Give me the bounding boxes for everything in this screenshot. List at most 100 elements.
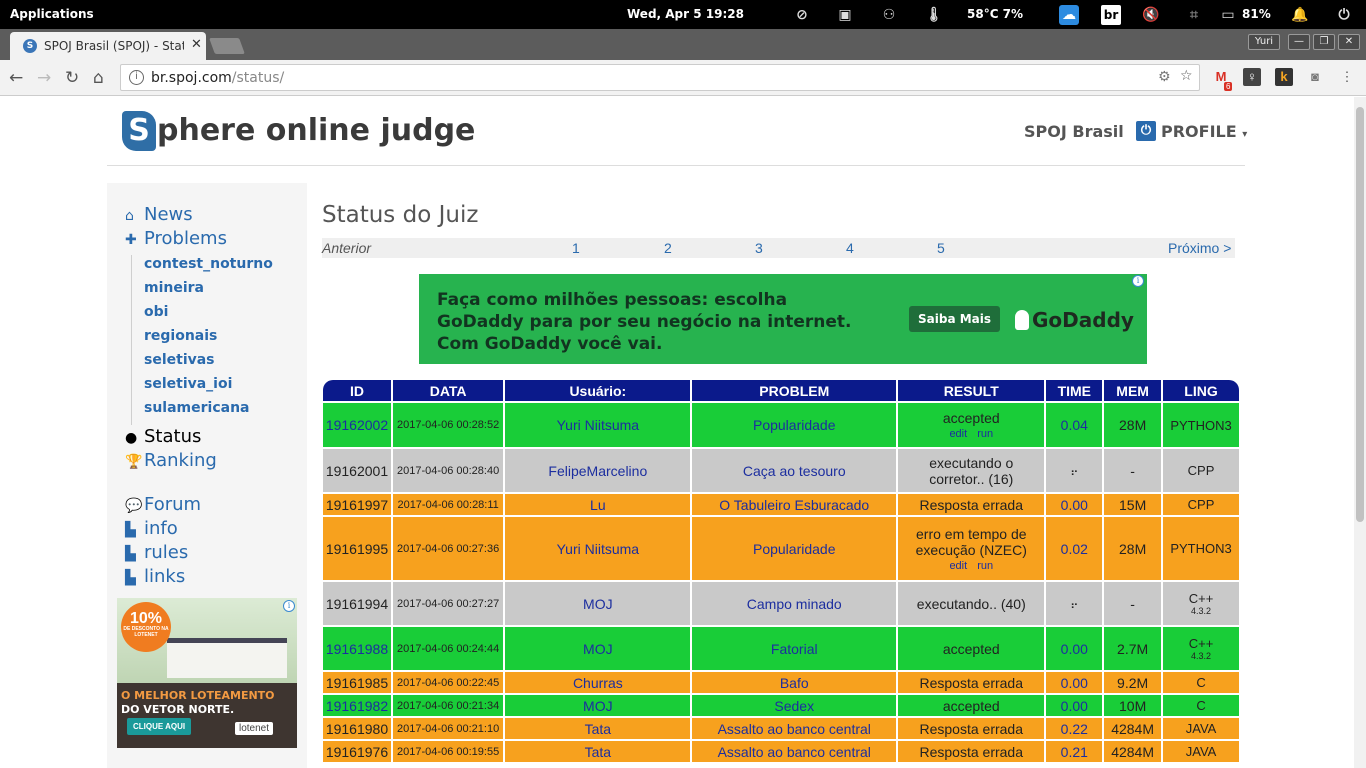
- user-link[interactable]: Yuri Niitsuma: [557, 417, 639, 433]
- bookmark-star-icon[interactable]: ☆: [1180, 68, 1193, 84]
- reload-icon[interactable]: ↻: [65, 68, 79, 88]
- banner-ad[interactable]: Faça como milhões pessoas: escolha GoDad…: [419, 274, 1147, 364]
- chrome-menu-icon[interactable]: ⋮: [1338, 68, 1356, 86]
- clock[interactable]: Wed, Apr 5 19:28: [627, 7, 744, 21]
- record-icon[interactable]: ⊘: [792, 5, 812, 25]
- ad-info-icon[interactable]: i: [1132, 275, 1144, 287]
- network-disconnected-icon[interactable]: ⌗: [1184, 5, 1204, 25]
- pager-page[interactable]: 1: [572, 240, 580, 256]
- browser-tab[interactable]: S SPOJ Brasil (SPOJ) - Stat ✕: [10, 32, 206, 60]
- problem-link[interactable]: Campo minado: [747, 596, 842, 612]
- ad-cta-button[interactable]: CLIQUE AQUI: [127, 718, 192, 735]
- home-icon[interactable]: ⌂: [93, 68, 104, 88]
- run-link[interactable]: run: [977, 428, 993, 440]
- pager-page[interactable]: 4: [846, 240, 854, 256]
- user-link[interactable]: MOJ: [583, 596, 613, 612]
- user-link[interactable]: MOJ: [583, 698, 613, 714]
- sidebar-item-links[interactable]: ▙ links: [125, 566, 185, 587]
- sidebar-ad[interactable]: 10% DE DESCONTO NA LOTENET O MELHOR LOTEA…: [117, 598, 297, 748]
- forward-icon[interactable]: →: [37, 68, 51, 88]
- ad-info-icon[interactable]: i: [283, 600, 295, 612]
- pager-page[interactable]: 3: [755, 240, 763, 256]
- power-icon[interactable]: ⏻: [1334, 5, 1354, 25]
- time-link[interactable]: 0.21: [1061, 744, 1088, 760]
- problem-group-link[interactable]: seletivas: [144, 352, 215, 368]
- lightbulb-extension-icon[interactable]: ♀: [1243, 68, 1261, 86]
- user-link[interactable]: MOJ: [583, 641, 613, 657]
- applications-menu[interactable]: Applications: [10, 7, 94, 21]
- submission-id-link[interactable]: 19161982: [326, 698, 388, 714]
- address-bar[interactable]: i br.spoj.com/status/ ⚙ ☆: [120, 64, 1200, 91]
- close-window-icon[interactable]: ✕: [1338, 34, 1360, 50]
- problem-link[interactable]: Bafo: [780, 675, 809, 691]
- chip-icon[interactable]: ▣: [835, 5, 855, 25]
- profile-menu[interactable]: PROFILE ▾: [1161, 122, 1247, 141]
- page-scrollbar[interactable]: [1354, 97, 1366, 768]
- problem-group-link[interactable]: contest_noturno: [144, 256, 273, 272]
- sidebar-item-info[interactable]: ▙ info: [125, 518, 178, 539]
- profile-user-button[interactable]: Yuri: [1248, 34, 1280, 50]
- problem-link[interactable]: Caça ao tesouro: [743, 463, 846, 479]
- volume-muted-icon[interactable]: 🔇: [1141, 5, 1161, 25]
- problem-group-link[interactable]: regionais: [144, 328, 217, 344]
- user-link[interactable]: Tata: [585, 721, 611, 737]
- problem-group-link[interactable]: seletiva_ioi: [144, 376, 232, 392]
- k-extension-icon[interactable]: k: [1275, 68, 1293, 86]
- problem-group-link[interactable]: sulamericana: [144, 400, 250, 416]
- run-link[interactable]: run: [977, 560, 993, 572]
- time-link[interactable]: 0.00: [1061, 675, 1088, 691]
- network-tray-icon[interactable]: ⚇: [879, 5, 899, 25]
- user-link[interactable]: Churras: [573, 675, 623, 691]
- problem-group-link[interactable]: mineira: [144, 280, 204, 296]
- problem-link[interactable]: Assalto ao banco central: [718, 721, 871, 737]
- power-profile-icon[interactable]: ⏻: [1136, 121, 1156, 141]
- new-tab-button[interactable]: [209, 38, 245, 54]
- close-tab-icon[interactable]: ✕: [191, 37, 202, 52]
- sidebar-item-ranking[interactable]: 🏆Ranking: [125, 450, 217, 471]
- problem-link[interactable]: O Tabuleiro Esburacado: [719, 497, 869, 513]
- sidebar-item-forum[interactable]: 💬Forum: [125, 494, 201, 515]
- battery-icon[interactable]: ▭: [1218, 5, 1238, 25]
- problem-link[interactable]: Fatorial: [771, 641, 818, 657]
- time-link[interactable]: 0.00: [1061, 641, 1088, 657]
- maximize-icon[interactable]: ❐: [1313, 34, 1335, 50]
- submission-id-link[interactable]: 19161988: [326, 641, 388, 657]
- problem-link[interactable]: Sedex: [774, 698, 814, 714]
- upload-app-icon[interactable]: ☁: [1059, 5, 1079, 25]
- site-logo[interactable]: Sphere online judge: [122, 111, 475, 151]
- time-link[interactable]: 0.02: [1061, 541, 1088, 557]
- sidebar-item-problems[interactable]: ✚ Problems: [125, 228, 227, 249]
- time-link[interactable]: 0.22: [1061, 721, 1088, 737]
- back-icon[interactable]: ←: [9, 68, 23, 88]
- problem-group-link[interactable]: obi: [144, 304, 168, 320]
- edit-link[interactable]: edit: [949, 560, 967, 572]
- pager-page[interactable]: 2: [664, 240, 672, 256]
- spoj-brasil-link[interactable]: SPOJ Brasil: [1024, 122, 1124, 141]
- user-link[interactable]: Lu: [590, 497, 606, 513]
- problem-link[interactable]: Popularidade: [753, 541, 836, 557]
- time-link[interactable]: 0.00: [1061, 698, 1088, 714]
- pager-next[interactable]: Próximo >: [1168, 240, 1231, 256]
- time-link[interactable]: 0.00: [1061, 497, 1088, 513]
- sidebar-item-status[interactable]: ● Status: [125, 426, 201, 447]
- time-link[interactable]: 0.04: [1061, 417, 1088, 433]
- scrollbar-thumb[interactable]: [1356, 107, 1364, 522]
- banner-ad-button[interactable]: Saiba Mais: [909, 306, 1001, 332]
- sidebar-item-news[interactable]: ⌂ News: [125, 204, 193, 225]
- problem-link[interactable]: Assalto ao banco central: [718, 744, 871, 760]
- submission-id-link[interactable]: 19162002: [326, 417, 388, 433]
- camera-extension-icon[interactable]: ◙: [1306, 68, 1324, 86]
- minimize-icon[interactable]: —: [1288, 34, 1310, 50]
- pager-page[interactable]: 5: [937, 240, 945, 256]
- edit-link[interactable]: edit: [949, 428, 967, 440]
- blocked-plugin-icon[interactable]: ⚙: [1158, 69, 1171, 85]
- sidebar-item-rules[interactable]: ▙ rules: [125, 542, 188, 563]
- problem-link[interactable]: Popularidade: [753, 417, 836, 433]
- site-info-icon[interactable]: i: [129, 70, 144, 85]
- thermometer-icon[interactable]: 🌡: [924, 5, 944, 25]
- keyboard-layout-indicator[interactable]: br: [1101, 5, 1121, 25]
- notification-bell-icon[interactable]: 🔔: [1290, 5, 1310, 25]
- user-link[interactable]: Yuri Niitsuma: [557, 541, 639, 557]
- user-link[interactable]: Tata: [585, 744, 611, 760]
- user-link[interactable]: FelipeMarcelino: [548, 463, 647, 479]
